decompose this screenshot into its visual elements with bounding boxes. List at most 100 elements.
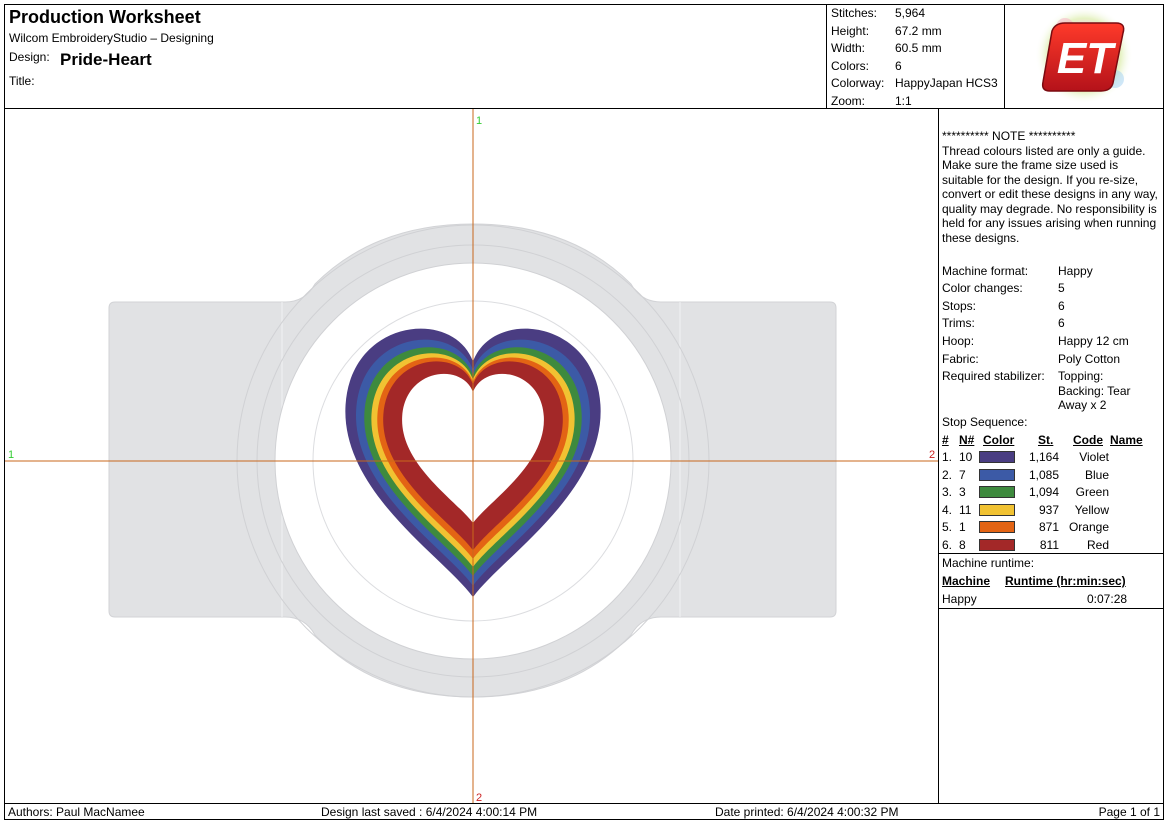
- stat-value: 67.2 mm: [895, 24, 942, 38]
- stat-value: HappyJapan HCS3: [895, 76, 998, 90]
- stat-value: 60.5 mm: [895, 41, 942, 55]
- info-label: Color changes:: [942, 281, 1023, 295]
- col-n: N#: [959, 433, 975, 447]
- info-sidebar: ********** NOTE ********** Thread colour…: [939, 109, 1163, 803]
- stat-colorway: Colorway: HappyJapan HCS3: [831, 76, 1003, 93]
- seq-num: 4.: [942, 502, 953, 517]
- seq-code: Red: [1086, 537, 1109, 552]
- runtime-machine: Happy: [942, 592, 977, 606]
- seq-needle: 8: [959, 537, 966, 552]
- info-value: Happy: [1058, 264, 1093, 278]
- stat-colors: Colors: 6: [831, 59, 1003, 76]
- info-label: Hoop:: [942, 334, 975, 348]
- seq-code: Blue: [1084, 467, 1109, 482]
- divider: [939, 553, 1163, 554]
- seq-num: 1.: [942, 450, 953, 464]
- seq-stitches: 1,085: [1028, 467, 1059, 482]
- divider: [939, 608, 1163, 609]
- seq-code: Violet: [1079, 450, 1109, 464]
- design-label: Design:: [9, 50, 50, 64]
- col-color: Color: [983, 433, 1015, 447]
- design-stats: Stitches: 5,964 Height: 67.2 mm Width: 60.5…: [827, 5, 1005, 109]
- worksheet-frame: Production Worksheet Wilcom EmbroiderySt…: [4, 4, 1164, 820]
- design-name: Pride-Heart: [60, 50, 152, 69]
- stat-label: Height:: [831, 24, 870, 38]
- footer-page: Page 1 of 1: [1098, 805, 1160, 819]
- color-swatch: [979, 486, 1015, 498]
- seq-stitches: 871: [1038, 520, 1059, 534]
- color-swatch: [979, 503, 1015, 516]
- stat-value: 1:1: [895, 94, 912, 108]
- app-name: Wilcom EmbroideryStudio – Designing: [9, 31, 214, 45]
- footer-printed: Date printed: 6/4/2024 4:00:32 PM: [715, 805, 899, 819]
- footer: Authors: Paul MacNamee Design last saved…: [5, 803, 1163, 819]
- color-swatch: [979, 521, 1015, 533]
- seq-num: 2.: [942, 467, 953, 482]
- stat-width: Width: 60.5 mm: [831, 41, 1003, 58]
- header-info: Production Worksheet Wilcom EmbroiderySt…: [5, 5, 827, 109]
- note-heading: ********** NOTE **********: [942, 129, 1076, 143]
- col-name: Name: [1110, 433, 1143, 447]
- stat-label: Colors:: [831, 59, 870, 73]
- title-label: Title:: [9, 74, 35, 88]
- info-value: 6: [1058, 299, 1065, 313]
- seq-code: Yellow: [1074, 502, 1109, 517]
- design-preview: 1 1 2 2: [5, 109, 939, 803]
- seq-needle: 1: [959, 520, 966, 534]
- info-value: Topping: Backing: Tear Away x 2: [1058, 369, 1131, 412]
- info-value: 6: [1058, 316, 1065, 330]
- wilcom-logo-icon: ET: [1035, 6, 1133, 104]
- stop-sequence-title: Stop Sequence:: [942, 415, 1028, 429]
- seq-code: Orange: [1068, 520, 1109, 534]
- table-row: 5. 1 871 Orange: [939, 520, 1163, 537]
- seq-needle: 3: [959, 485, 966, 499]
- page-title: Production Worksheet: [9, 7, 201, 27]
- info-value: 5: [1058, 281, 1065, 295]
- table-row: 4. 11 937 Yellow: [939, 503, 1163, 520]
- stat-height: Height: 67.2 mm: [831, 24, 1003, 41]
- runtime-time-header: Runtime (hr:min:sec): [1005, 574, 1126, 588]
- seq-code: Green: [1075, 485, 1109, 499]
- info-value: Poly Cotton: [1058, 352, 1121, 366]
- seq-stitches: 811: [1039, 537, 1059, 552]
- runtime-time: 0:07:28: [1087, 592, 1128, 606]
- table-row: 1. 10 1,164 Violet: [939, 450, 1163, 467]
- seq-needle: 10: [959, 450, 973, 464]
- stat-label: Width:: [831, 41, 866, 55]
- seq-num: 5.: [942, 520, 953, 534]
- preview-svg: 1 1 2 2: [5, 109, 938, 803]
- marker-right: 2: [929, 449, 935, 461]
- color-swatch: [979, 468, 1015, 481]
- info-label: Required stabilizer:: [942, 369, 1045, 383]
- stat-value: 6: [895, 59, 902, 73]
- seq-stitches: 1,164: [1028, 450, 1059, 464]
- color-swatch: [979, 451, 1015, 463]
- seq-needle: 7: [959, 467, 966, 482]
- seq-stitches: 937: [1038, 502, 1059, 517]
- stat-value: 5,964: [895, 6, 926, 20]
- stat-label: Zoom:: [831, 94, 866, 108]
- runtime-machine-header: Machine: [942, 574, 991, 588]
- marker-bottom: 2: [476, 792, 482, 803]
- stat-label: Colorway:: [831, 76, 885, 90]
- thread-note: ********** NOTE ********** Thread colour…: [942, 129, 1160, 245]
- info-value: Happy 12 cm: [1058, 334, 1129, 348]
- col-code: Code: [1073, 433, 1103, 447]
- note-body: Thread colours listed are only a guide. …: [942, 143, 1158, 245]
- col-st: St.: [1038, 433, 1054, 447]
- color-swatch: [979, 538, 1015, 551]
- logo-area: ET: [1005, 5, 1163, 109]
- runtime-label: Machine runtime:: [942, 556, 1035, 570]
- seq-num: 3.: [942, 485, 953, 499]
- table-row: 3. 3 1,094 Green: [939, 485, 1163, 502]
- footer-last-saved: Design last saved : 6/4/2024 4:00:14 PM: [321, 805, 538, 819]
- info-label: Fabric:: [942, 352, 979, 366]
- logo-text: ET: [1057, 34, 1116, 83]
- seq-stitches: 1,094: [1028, 485, 1059, 499]
- col-num: #: [942, 433, 949, 447]
- seq-needle: 11: [959, 502, 972, 517]
- footer-authors: Authors: Paul MacNamee: [8, 805, 145, 819]
- stat-label: Stitches:: [831, 6, 878, 20]
- info-label: Trims:: [942, 316, 975, 330]
- marker-left: 1: [8, 449, 14, 461]
